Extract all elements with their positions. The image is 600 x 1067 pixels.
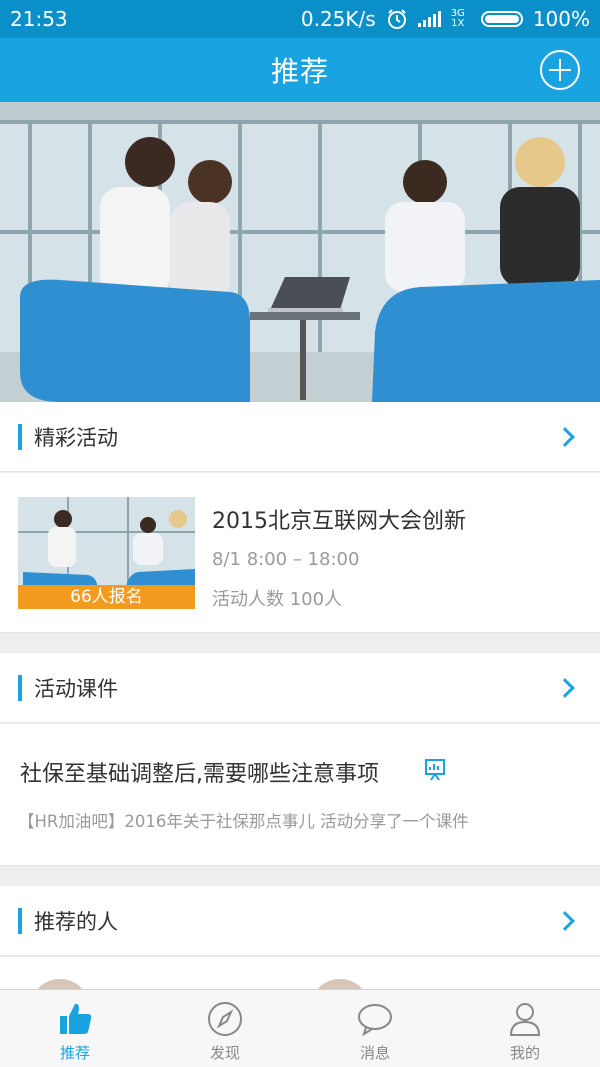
tab-label: 我的 (509, 1044, 540, 1062)
section-accent-bar (18, 907, 22, 934)
alarm-icon (387, 9, 406, 29)
section-title: 活动课件 (34, 676, 118, 701)
thumbs-up-icon (60, 1003, 92, 1034)
network-type: 3G 1X (450, 8, 465, 29)
tab-label: 消息 (359, 1044, 390, 1062)
meeting-illustration (0, 102, 600, 402)
banner-image[interactable] (0, 102, 600, 402)
activity-thumbnail: 66人报名 (18, 497, 195, 609)
courseware-item[interactable]: 社保至基础调整后,需要哪些注意事项 【HR加油吧】2016年关于社保那点事儿 活… (0, 724, 600, 866)
section-courseware-header[interactable]: 活动课件 (0, 653, 600, 723)
chevron-right-icon[interactable] (555, 426, 575, 447)
presentation-icon (425, 759, 445, 781)
chat-bubble-icon (358, 1004, 392, 1037)
plus-circle-icon[interactable] (540, 50, 580, 90)
section-people-header[interactable]: 推荐的人 (0, 886, 600, 956)
activity-time: 8/1 8:00 – 18:00 (212, 549, 360, 570)
tab-recommend[interactable]: 推荐 (0, 990, 150, 1067)
section-title: 精彩活动 (34, 425, 118, 450)
compass-icon (208, 1002, 242, 1036)
tab-label: 推荐 (59, 1044, 90, 1062)
courseware-title: 社保至基础调整后,需要哪些注意事项 (20, 762, 379, 787)
signal-icon (417, 11, 441, 27)
signup-badge: 66人报名 (18, 585, 195, 609)
network-speed: 0.25K/s (300, 7, 376, 31)
person-icon (509, 1003, 541, 1036)
tab-label: 发现 (209, 1044, 240, 1062)
status-time: 21:53 (10, 7, 68, 31)
chevron-right-icon[interactable] (555, 677, 575, 698)
tab-mine[interactable]: 我的 (450, 990, 600, 1067)
activity-title: 2015北京互联网大会创新 (212, 509, 466, 534)
status-bar: 21:53 0.25K/s 3G 1X 100% (0, 0, 600, 38)
section-accent-bar (18, 674, 22, 701)
activity-card[interactable]: 66人报名 2015北京互联网大会创新 8/1 8:00 – 18:00 活动人… (0, 473, 600, 633)
section-title: 推荐的人 (34, 909, 118, 934)
courseware-description: 【HR加油吧】2016年关于社保那点事儿 活动分享了一个课件 (18, 812, 469, 831)
bottom-tab-bar: 推荐 发现 消息 我的 (0, 989, 600, 1067)
app-header: 推荐 (0, 38, 600, 102)
section-activities-header[interactable]: 精彩活动 (0, 402, 600, 472)
tab-discover[interactable]: 发现 (150, 990, 300, 1067)
activity-count: 活动人数 100人 (212, 589, 343, 610)
section-accent-bar (18, 423, 22, 450)
battery-icon (480, 11, 523, 27)
status-indicators: 0.25K/s 3G 1X 100% (301, 7, 590, 31)
battery-level: 100% (532, 7, 590, 31)
tab-messages[interactable]: 消息 (300, 990, 450, 1067)
chevron-right-icon[interactable] (555, 910, 575, 931)
page-title: 推荐 (270, 55, 329, 88)
